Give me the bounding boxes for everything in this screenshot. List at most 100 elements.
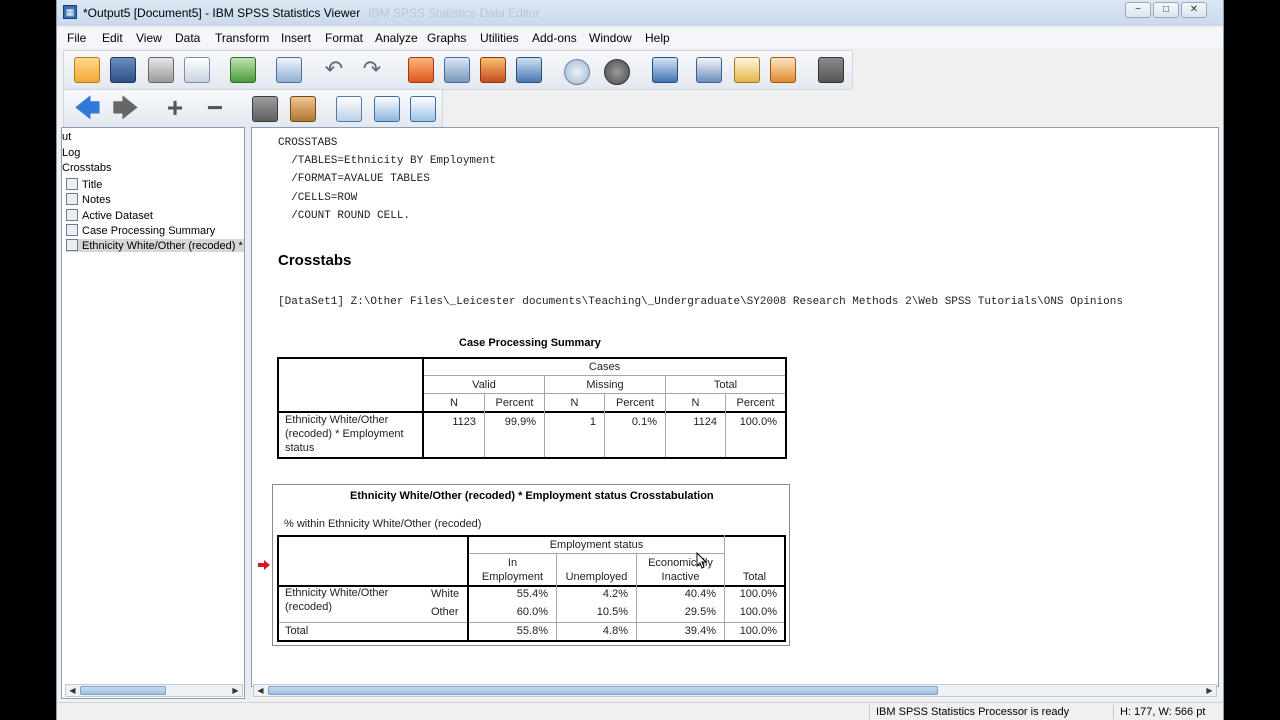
menu-data[interactable]: Data bbox=[175, 31, 200, 45]
row-category-label: Other bbox=[431, 606, 459, 618]
scroll-thumb[interactable] bbox=[268, 686, 938, 695]
outline-toolbar: 🡄 🡆 + − bbox=[63, 89, 443, 129]
value-cell: 100.0% bbox=[739, 606, 777, 618]
menu-transform[interactable]: Transform bbox=[215, 31, 269, 45]
use-sets-icon[interactable] bbox=[564, 59, 590, 85]
recall-dialog-icon[interactable] bbox=[276, 57, 302, 83]
menu-utilities[interactable]: Utilities bbox=[480, 31, 519, 45]
promote-icon[interactable]: 🡄 bbox=[74, 95, 101, 122]
outline-item-output[interactable]: ut bbox=[62, 131, 71, 143]
content-hscrollbar[interactable]: ◀ ▶ bbox=[253, 684, 1217, 697]
dataset-path: [DataSet1] Z:\Other Files\_Leicester doc… bbox=[278, 296, 1123, 308]
goto-data-icon[interactable] bbox=[408, 57, 434, 83]
print-icon[interactable] bbox=[148, 57, 174, 83]
processor-status: IBM SPSS Statistics Processor is ready bbox=[869, 705, 1109, 719]
minimize-button[interactable]: − bbox=[1125, 2, 1151, 18]
insert-new-text-icon[interactable] bbox=[410, 96, 436, 122]
notes-icon bbox=[66, 193, 78, 205]
menu-format[interactable]: Format bbox=[325, 31, 363, 45]
app-icon[interactable]: ▦ bbox=[63, 5, 77, 19]
close-button[interactable]: ✕ bbox=[1181, 2, 1207, 18]
outline-hscrollbar[interactable]: ◀ ▶ bbox=[65, 684, 243, 697]
outline-item-log[interactable]: Log bbox=[62, 147, 80, 159]
table-border bbox=[277, 411, 787, 413]
variables-icon[interactable] bbox=[516, 57, 542, 83]
crosstabs-heading[interactable]: Crosstabs bbox=[278, 252, 351, 269]
maximize-button[interactable]: □ bbox=[1153, 2, 1179, 18]
insert-table-icon[interactable] bbox=[770, 57, 796, 83]
case-summary-table[interactable]: Cases Valid Missing Total N Percent N Pe… bbox=[277, 357, 787, 459]
column-header: Total bbox=[742, 571, 767, 583]
outline-item-label: Notes bbox=[82, 194, 111, 206]
table-border bbox=[277, 457, 787, 459]
print-preview-icon[interactable] bbox=[184, 57, 210, 83]
column-header: Inactive bbox=[661, 571, 700, 583]
outline-item-case-processing[interactable]: Case Processing Summary bbox=[66, 224, 215, 237]
spell-check-icon[interactable] bbox=[652, 57, 678, 83]
table-border bbox=[277, 535, 786, 537]
goto-variable-icon[interactable] bbox=[480, 57, 506, 83]
mouse-cursor-icon bbox=[696, 552, 708, 569]
show-icon[interactable] bbox=[252, 96, 278, 122]
demote-icon[interactable]: 🡆 bbox=[112, 95, 139, 122]
row-label: status bbox=[285, 442, 315, 454]
menu-window[interactable]: Window bbox=[589, 31, 632, 45]
insert-heading-icon[interactable] bbox=[336, 96, 362, 122]
outline-item-crosstabs[interactable]: Crosstabs bbox=[62, 162, 112, 174]
scroll-thumb[interactable] bbox=[80, 686, 166, 695]
value-cell: 40.4% bbox=[684, 588, 716, 600]
cases-header: Cases bbox=[588, 361, 621, 373]
hide-icon[interactable] bbox=[290, 96, 316, 122]
value-cell: 55.4% bbox=[516, 588, 548, 600]
export-icon[interactable] bbox=[230, 57, 256, 83]
outline-item-title[interactable]: Title bbox=[66, 178, 102, 191]
value-cell: 60.0% bbox=[516, 606, 548, 618]
syntax-line: CROSSTABS bbox=[278, 137, 338, 149]
value-cell: 29.5% bbox=[684, 606, 716, 618]
show-all-variables-icon[interactable] bbox=[604, 59, 630, 85]
menu-help[interactable]: Help bbox=[645, 31, 670, 45]
menu-file[interactable]: File bbox=[67, 31, 86, 45]
undo-icon[interactable]: ↶ bbox=[322, 58, 346, 81]
goto-case-icon[interactable] bbox=[444, 57, 470, 83]
case-summary-title: Case Processing Summary bbox=[459, 337, 601, 349]
menu-edit[interactable]: Edit bbox=[102, 31, 123, 45]
syntax-line: /CELLS=ROW bbox=[278, 192, 358, 204]
redo-icon[interactable]: ↷ bbox=[360, 58, 384, 81]
outline-item-crosstab-table[interactable]: Ethnicity White/Other (recoded) * bbox=[66, 239, 244, 252]
grid-line bbox=[469, 553, 724, 554]
open-icon[interactable] bbox=[74, 57, 100, 83]
value-cell: 55.8% bbox=[516, 625, 548, 637]
scroll-left-icon[interactable]: ◀ bbox=[254, 685, 267, 696]
menu-view[interactable]: View bbox=[136, 31, 162, 45]
outline-item-active-dataset[interactable]: Active Dataset bbox=[66, 209, 153, 222]
value-cell: 100.0% bbox=[739, 416, 777, 428]
value-cell: 0.1% bbox=[631, 416, 657, 428]
menu-graphs[interactable]: Graphs bbox=[427, 31, 466, 45]
scroll-left-icon[interactable]: ◀ bbox=[66, 685, 79, 696]
group-header: Valid bbox=[472, 379, 496, 391]
grid-line bbox=[424, 375, 785, 376]
table-icon bbox=[66, 224, 78, 236]
save-icon[interactable] bbox=[110, 57, 136, 83]
collapse-icon[interactable]: − bbox=[202, 94, 228, 122]
crosstab-table[interactable]: Employment status In Employment Unemploy… bbox=[277, 535, 786, 642]
status-bar: IBM SPSS Statistics Processor is ready H… bbox=[57, 702, 1223, 720]
designate-window-icon[interactable] bbox=[818, 57, 844, 83]
insert-text-icon[interactable] bbox=[734, 57, 760, 83]
value-cell: 1124 bbox=[693, 416, 717, 428]
expand-icon[interactable]: + bbox=[162, 94, 188, 122]
column-group-header: Employment status bbox=[549, 539, 644, 551]
output-content-pane: CROSSTABS /TABLES=Ethnicity BY Employmen… bbox=[251, 127, 1219, 687]
outline-item-notes[interactable]: Notes bbox=[66, 193, 111, 206]
menu-analyze[interactable]: Analyze bbox=[375, 31, 418, 45]
table-border bbox=[784, 535, 786, 642]
insert-chart-icon[interactable] bbox=[696, 57, 722, 83]
menu-addons[interactable]: Add-ons bbox=[532, 31, 577, 45]
scroll-right-icon[interactable]: ▶ bbox=[1203, 685, 1216, 696]
document-icon bbox=[66, 178, 78, 190]
table-border bbox=[277, 535, 279, 642]
scroll-right-icon[interactable]: ▶ bbox=[229, 685, 242, 696]
menu-insert[interactable]: Insert bbox=[281, 31, 311, 45]
insert-title-icon[interactable] bbox=[374, 96, 400, 122]
